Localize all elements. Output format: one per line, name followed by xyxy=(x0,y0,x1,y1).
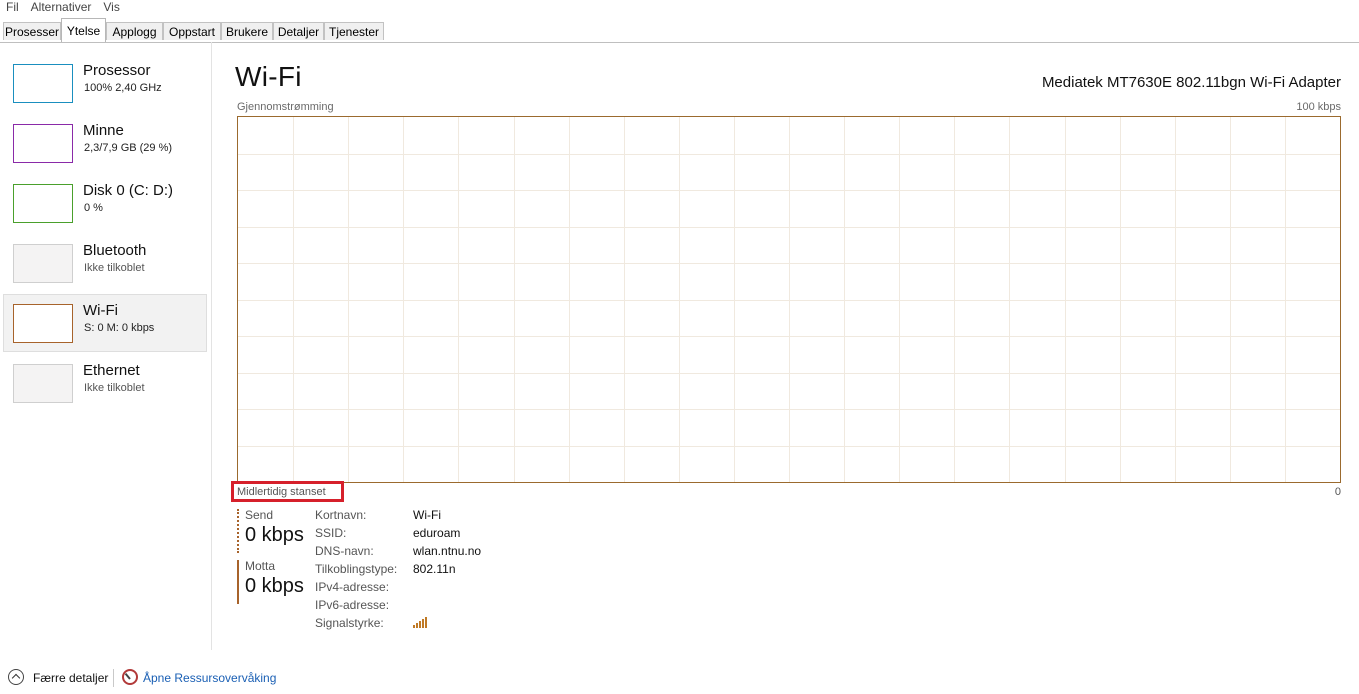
sidebar-item-wifi[interactable]: Wi-Fi S: 0 M: 0 kbps xyxy=(3,294,207,352)
paused-label: Midlertidig stanset xyxy=(237,486,326,498)
detail-key: Signalstyrke: xyxy=(315,616,384,630)
throughput-graph[interactable] xyxy=(237,116,1341,483)
receive-label: Motta xyxy=(245,559,276,573)
menu-fil[interactable]: Fil xyxy=(0,0,25,16)
sidebar-item-subtitle: S: 0 M: 0 kbps xyxy=(84,322,155,334)
send-value: 0 kbps xyxy=(245,524,304,546)
tab-applogg[interactable]: Applogg xyxy=(106,22,163,40)
bluetooth-graph-thumbnail xyxy=(13,244,73,283)
tab-oppstart[interactable]: Oppstart xyxy=(163,22,221,40)
detail-key: Tilkoblingstype: xyxy=(315,562,398,576)
tab-prosesser[interactable]: Prosesser xyxy=(3,22,61,40)
detail-key: Kortnavn: xyxy=(315,508,367,522)
sidebar-item-title: Prosessor xyxy=(83,62,151,79)
tab-strip: Prosesser Ytelse Applogg Oppstart Bruker… xyxy=(0,17,1359,43)
paused-indicator: Midlertidig stanset xyxy=(231,481,344,502)
graph-max-label: 100 kbps xyxy=(1296,101,1341,113)
detail-value: 802.11n xyxy=(413,562,456,576)
menu-vis[interactable]: Vis xyxy=(97,0,125,16)
sidebar-item-subtitle: Ikke tilkoblet xyxy=(84,262,145,274)
graph-grid xyxy=(238,117,1340,482)
chevron-up-circle-icon[interactable] xyxy=(8,669,24,685)
sidebar-item-title: Bluetooth xyxy=(83,242,147,259)
fewer-details-button[interactable]: Færre detaljer xyxy=(33,671,108,685)
adapter-name: Mediatek MT7630E 802.11bgn Wi-Fi Adapter xyxy=(1041,74,1341,91)
wifi-graph-thumbnail xyxy=(13,304,73,343)
page-title: Wi-Fi xyxy=(235,61,302,92)
signal-strength-icon xyxy=(413,616,431,628)
detail-value: eduroam xyxy=(413,526,461,540)
send-label: Send xyxy=(245,508,274,522)
performance-sidebar: Prosessor 100% 2,40 GHz Minne 2,3/7,9 GB… xyxy=(0,42,212,650)
sidebar-item-title: Disk 0 (C: D:) xyxy=(83,182,173,199)
sidebar-item-title: Wi-Fi xyxy=(83,302,118,319)
sidebar-item-subtitle: Ikke tilkoblet xyxy=(84,382,145,394)
detail-key: IPv4-adresse: xyxy=(315,580,390,594)
disk-graph-thumbnail xyxy=(13,184,73,223)
receive-stat: Motta 0 kbps xyxy=(237,559,307,604)
detail-key: DNS-navn: xyxy=(315,544,374,558)
send-stat: Send 0 kbps xyxy=(237,508,307,553)
ethernet-graph-thumbnail xyxy=(13,364,73,403)
menu-bar: Fil Alternativer Vis xyxy=(0,0,1359,16)
detail-value: Wi-Fi xyxy=(413,508,441,522)
resource-monitor-icon[interactable] xyxy=(122,669,138,685)
sidebar-item-subtitle: 0 % xyxy=(84,202,103,214)
send-indicator xyxy=(237,509,239,553)
sidebar-item-bluetooth[interactable]: Bluetooth Ikke tilkoblet xyxy=(3,234,207,292)
detail-key: SSID: xyxy=(315,526,347,540)
open-resource-monitor-link[interactable]: Åpne Ressursovervåking xyxy=(143,671,276,685)
memory-graph-thumbnail xyxy=(13,124,73,163)
sidebar-item-ethernet[interactable]: Ethernet Ikke tilkoblet xyxy=(3,354,207,412)
sidebar-item-memory[interactable]: Minne 2,3/7,9 GB (29 %) xyxy=(3,114,207,172)
detail-key: IPv6-adresse: xyxy=(315,598,390,612)
sidebar-item-subtitle: 100% 2,40 GHz xyxy=(84,82,162,94)
detail-value: wlan.ntnu.no xyxy=(413,544,482,558)
sidebar-item-disk[interactable]: Disk 0 (C: D:) 0 % xyxy=(3,174,207,232)
tab-tjenester[interactable]: Tjenester xyxy=(324,22,384,40)
sidebar-item-title: Ethernet xyxy=(83,362,140,379)
processor-graph-thumbnail xyxy=(13,64,73,103)
graph-min-label: 0 xyxy=(1334,486,1341,498)
footer-bar: Færre detaljer Åpne Ressursovervåking xyxy=(0,664,1359,692)
sidebar-item-subtitle: 2,3/7,9 GB (29 %) xyxy=(84,142,173,154)
graph-label: Gjennomstrømming xyxy=(237,101,334,113)
receive-value: 0 kbps xyxy=(245,575,304,597)
tab-ytelse[interactable]: Ytelse xyxy=(61,18,106,42)
sidebar-item-processor[interactable]: Prosessor 100% 2,40 GHz xyxy=(3,54,207,112)
receive-indicator xyxy=(237,560,239,604)
tab-detaljer[interactable]: Detaljer xyxy=(273,22,324,40)
menu-alternativer[interactable]: Alternativer xyxy=(25,0,98,16)
sidebar-item-title: Minne xyxy=(83,122,124,139)
tab-brukere[interactable]: Brukere xyxy=(221,22,273,40)
footer-separator xyxy=(113,669,114,687)
